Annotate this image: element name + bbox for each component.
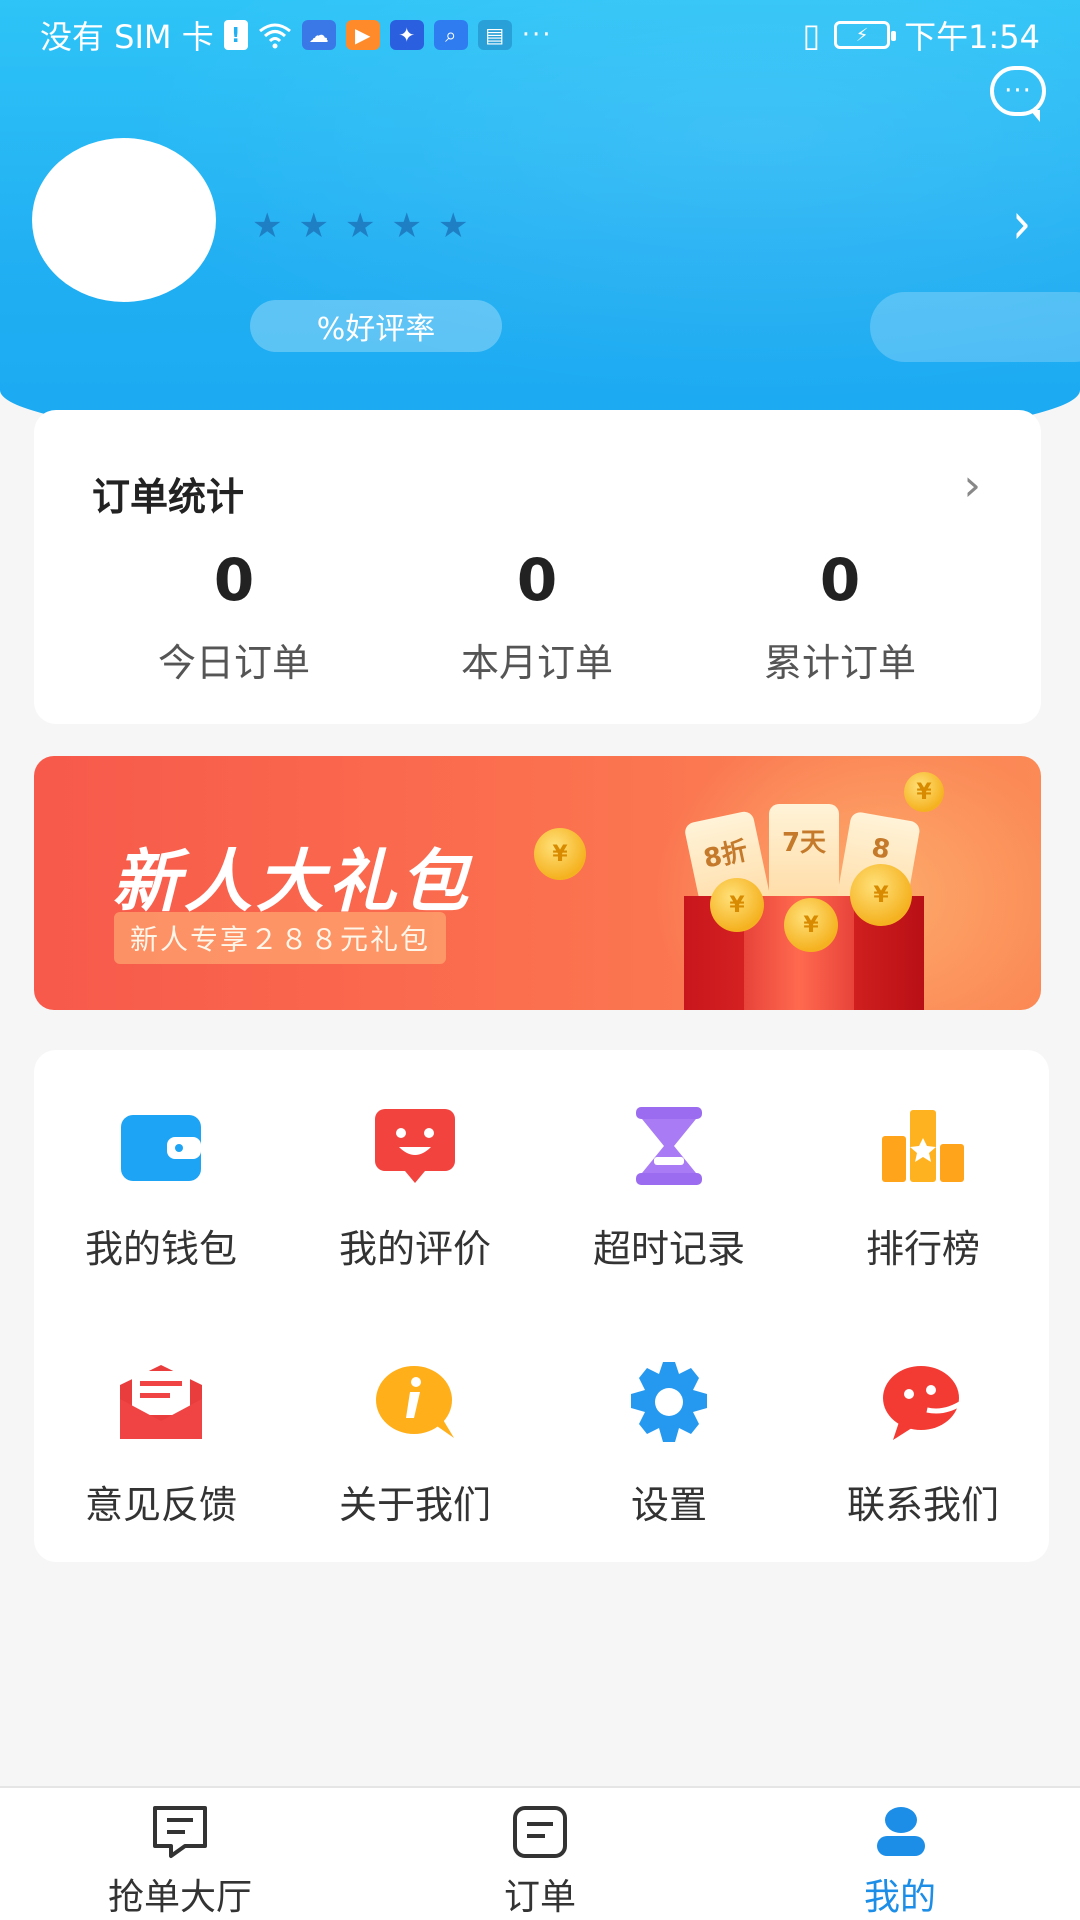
menu-grid-card: 我的钱包 我的评价 超时记录 排行榜 意见反馈 关于我们 设置 联系我们 [34,1050,1049,1562]
stat-month-value: 0 [516,546,558,614]
banner-title: 新人大礼包 [112,843,473,922]
good-rate-label: %好评率 [316,312,436,347]
menu-item-label: 我的评价 [338,1227,491,1271]
menu-item-ranking[interactable]: 排行榜 [796,1050,1050,1306]
star-icon: ★ [298,206,329,246]
wifi-icon [258,20,292,50]
menu-item-wallet[interactable]: 我的钱包 [34,1050,288,1306]
hourglass-icon [625,1106,713,1186]
coin-icon: ¥ [534,828,586,880]
sim-alert-icon: ! [223,20,248,50]
menu-item-timeout-records[interactable]: 超时记录 [542,1050,796,1306]
battery-icon: ⚡ [834,21,897,49]
screen: 没有 SIM 卡 ! ☁ ▶ ✦ ⌕ ▤ ··· ▯ ⚡ 下午1:54 ··· … [0,0,1080,1920]
star-icon: ★ [252,206,283,246]
settings-icon [625,1362,713,1442]
more-notifications-icon: ··· [521,20,553,50]
book-app-icon: ▤ [477,20,512,50]
tab-order-hall-label: 抢单大厅 [107,1877,252,1918]
ranking-icon [879,1106,967,1186]
stat-today-label: 今日订单 [157,641,310,685]
search-app-icon: ⌕ [433,20,468,50]
message-icon[interactable]: ··· [990,66,1046,122]
menu-item-label: 联系我们 [846,1483,999,1527]
tab-mine-label: 我的 [863,1877,936,1918]
tab-mine[interactable]: 我的 [720,1788,1080,1920]
header-side-pill [870,292,1080,362]
menu-item-settings[interactable]: 设置 [542,1306,796,1562]
order-stats-chevron-right-icon[interactable]: › [963,460,981,511]
stat-month-label: 本月订单 [460,641,613,685]
bulb-app-icon: ✦ [389,20,424,50]
avatar[interactable] [32,138,216,302]
orders-icon [507,1802,573,1862]
info-icon [371,1362,459,1442]
review-icon [371,1106,459,1186]
stat-total-label: 累计订单 [763,641,916,685]
carrier-text: 没有 SIM 卡 [40,18,214,56]
banner-subtitle: 新人专享２８８元礼包 [114,912,447,964]
order-hall-icon [147,1802,213,1862]
star-icon: ★ [391,206,422,246]
menu-item-about[interactable]: 关于我们 [288,1306,542,1562]
stat-today-value: 0 [213,546,255,614]
menu-item-label: 设置 [630,1483,707,1527]
profile-chevron-right-icon[interactable]: › [1012,190,1031,257]
menu-item-feedback[interactable]: 意见反馈 [34,1306,288,1562]
message-dots: ··· [1004,76,1032,106]
contact-icon [879,1362,967,1442]
coin-icon: ¥ [784,898,838,952]
stat-total-value: 0 [819,546,861,614]
feedback-icon [117,1362,205,1442]
vibrate-icon: ▯ [802,16,821,54]
stat-today[interactable]: 0 今日订单 [84,546,384,687]
star-icon: ★ [437,206,469,246]
rating-stars: ★ ★ ★ ★ ★ [252,206,468,246]
profile-icon [867,1802,933,1862]
stat-month[interactable]: 0 本月订单 [387,546,687,687]
bottom-tab-bar: 抢单大厅 订单 我的 [0,1786,1080,1920]
charging-icon: ⚡ [855,24,869,46]
menu-item-label: 关于我们 [338,1483,491,1527]
video-app-icon: ▶ [345,20,380,50]
clock-time: 下午1:54 [904,18,1040,56]
wallet-icon [117,1106,205,1186]
menu-item-contact[interactable]: 联系我们 [796,1306,1050,1562]
order-stats-card[interactable]: 订单统计 › 0 今日订单 0 本月订单 0 累计订单 [34,410,1041,724]
tab-orders-label: 订单 [503,1877,576,1918]
cloud-app-icon: ☁ [301,20,336,50]
menu-item-label: 意见反馈 [84,1483,237,1527]
status-bar: 没有 SIM 卡 ! ☁ ▶ ✦ ⌕ ▤ ··· ▯ ⚡ 下午1:54 [0,0,1080,70]
order-stats-title: 订单统计 [92,475,245,519]
newcomer-gift-banner[interactable]: 新人大礼包 新人专享２８８元礼包 ¥ ¥ 8折 7天 8 ¥ ¥ ¥ [34,756,1041,1010]
menu-item-reviews[interactable]: 我的评价 [288,1050,542,1306]
coin-icon: ¥ [904,772,944,812]
good-rate-badge: %好评率 [250,300,502,352]
menu-item-label: 我的钱包 [84,1227,237,1271]
tab-order-hall[interactable]: 抢单大厅 [0,1788,360,1920]
coin-icon: ¥ [850,864,912,926]
coin-icon: ¥ [710,878,764,932]
menu-item-label: 超时记录 [592,1227,745,1271]
stat-total[interactable]: 0 累计订单 [690,546,990,687]
tab-orders[interactable]: 订单 [360,1788,720,1920]
star-icon: ★ [344,206,376,246]
menu-item-label: 排行榜 [865,1227,980,1271]
